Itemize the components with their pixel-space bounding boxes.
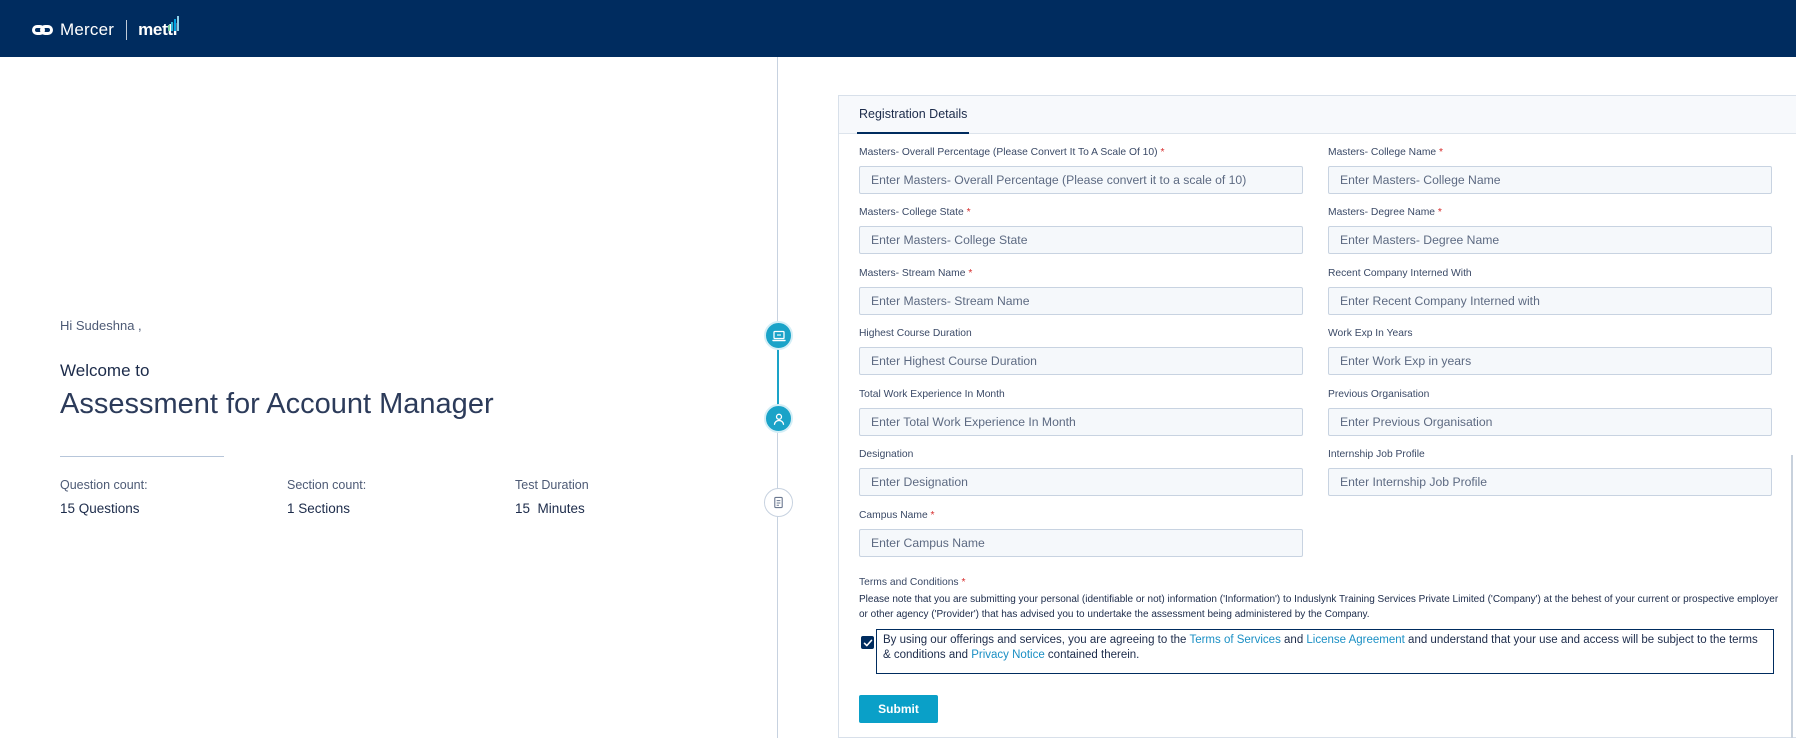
designation-input[interactable] xyxy=(859,468,1303,496)
document-icon xyxy=(774,496,783,509)
agreement-text-4: contained therein. xyxy=(1044,649,1140,661)
brand-logo: Mercer mettl xyxy=(32,16,180,40)
step-instructions xyxy=(764,488,793,517)
section-count: Section count: 1 Sections xyxy=(287,478,366,516)
welcome-pane: Hi Sudeshna , Welcome to Assessment for … xyxy=(0,57,776,738)
question-count: Question count: 15 Questions xyxy=(60,478,148,516)
highest-course-duration-input[interactable] xyxy=(859,347,1303,375)
field-total-work-experience: Total Work Experience In Month xyxy=(859,389,1303,436)
license-agreement-link[interactable]: License Agreement xyxy=(1306,634,1404,646)
tab-bar: Registration Details xyxy=(839,96,1796,134)
field-masters-degree-name: Masters- Degree Name * xyxy=(1328,207,1772,254)
field-designation: Designation xyxy=(859,449,1303,496)
field-label: Campus Name xyxy=(859,510,928,521)
required-marker: * xyxy=(961,577,966,588)
recent-company-interned-input[interactable] xyxy=(1328,287,1772,315)
terms-section: Terms and Conditions * Please note that … xyxy=(859,577,1779,622)
masters-college-name-input[interactable] xyxy=(1328,166,1772,194)
masters-stream-name-input[interactable] xyxy=(859,287,1303,315)
field-recent-company-interned: Recent Company Interned With xyxy=(1328,268,1772,315)
laptop-icon xyxy=(771,330,786,341)
field-work-exp-years: Work Exp In Years xyxy=(1328,328,1772,375)
field-label: Internship Job Profile xyxy=(1328,449,1425,460)
mercer-logo-icon xyxy=(32,23,54,37)
terms-title: Terms and Conditions xyxy=(859,577,959,588)
test-duration: Test Duration 15 Minutes xyxy=(515,478,589,516)
field-label: Masters- Degree Name xyxy=(1328,207,1436,218)
brand-divider xyxy=(126,20,128,40)
field-label: Designation xyxy=(859,449,914,460)
field-masters-percentage: Masters- Overall Percentage (Please Conv… xyxy=(859,147,1303,194)
field-label: Work Exp In Years xyxy=(1328,328,1413,339)
internship-job-profile-input[interactable] xyxy=(1328,468,1772,496)
required-marker: * xyxy=(930,510,935,521)
greeting-text: Hi Sudeshna , xyxy=(60,318,142,333)
terms-text: Please note that you are submitting your… xyxy=(859,594,1779,620)
field-campus-name: Campus Name * xyxy=(859,510,1303,557)
terms-of-services-link[interactable]: Terms of Services xyxy=(1189,634,1280,646)
question-count-label: Question count: xyxy=(60,478,148,492)
masters-degree-name-input[interactable] xyxy=(1328,226,1772,254)
welcome-to-text: Welcome to xyxy=(60,361,150,380)
agreement-text-1: By using our offerings and services, you… xyxy=(883,634,1190,646)
required-marker: * xyxy=(966,207,971,218)
campus-name-input[interactable] xyxy=(859,529,1303,557)
field-label: Masters- College State xyxy=(859,207,964,218)
field-label: Total Work Experience In Month xyxy=(859,389,1005,400)
field-masters-college-name: Masters- College Name * xyxy=(1328,147,1772,194)
required-marker: * xyxy=(1437,207,1442,218)
field-highest-course-duration: Highest Course Duration xyxy=(859,328,1303,375)
privacy-notice-link[interactable]: Privacy Notice xyxy=(971,649,1045,661)
agreement-checkbox[interactable] xyxy=(861,636,874,649)
required-marker: * xyxy=(968,268,973,279)
field-label: Masters- Overall Percentage (Please Conv… xyxy=(859,147,1158,158)
step-registration xyxy=(764,404,793,433)
agreement-text: By using our offerings and services, you… xyxy=(876,629,1774,674)
field-label: Masters- Stream Name xyxy=(859,268,966,279)
title-divider xyxy=(60,456,224,457)
mettl-bars-icon xyxy=(168,16,180,31)
field-masters-stream-name: Masters- Stream Name * xyxy=(859,268,1303,315)
total-work-experience-input[interactable] xyxy=(859,408,1303,436)
user-icon xyxy=(773,413,784,425)
section-count-label: Section count: xyxy=(287,478,367,492)
top-bar: Mercer mettl xyxy=(0,0,1796,57)
scrollbar[interactable] xyxy=(1791,455,1793,738)
product-name: mettl xyxy=(138,16,180,40)
question-count-value: 15 Questions xyxy=(60,501,140,516)
test-duration-value: 15 Minutes xyxy=(515,501,585,516)
field-label: Recent Company Interned With xyxy=(1328,268,1472,279)
masters-percentage-input[interactable] xyxy=(859,166,1303,194)
tab-registration-details[interactable]: Registration Details xyxy=(857,96,970,134)
field-internship-job-profile: Internship Job Profile xyxy=(1328,449,1772,496)
agreement-text-2: and xyxy=(1280,634,1307,646)
step-device-check xyxy=(764,321,793,350)
checkmark-icon xyxy=(863,639,872,646)
field-masters-college-state: Masters- College State * xyxy=(859,207,1303,254)
field-label: Previous Organisation xyxy=(1328,389,1430,400)
field-label: Masters- College Name xyxy=(1328,147,1437,158)
test-duration-label: Test Duration xyxy=(515,478,589,492)
assessment-title: Assessment for Account Manager xyxy=(60,388,494,420)
required-marker: * xyxy=(1439,147,1444,158)
section-count-value: 1 Sections xyxy=(287,501,351,516)
required-marker: * xyxy=(1160,147,1165,158)
field-previous-organisation: Previous Organisation xyxy=(1328,389,1772,436)
previous-organisation-input[interactable] xyxy=(1328,408,1772,436)
masters-college-state-input[interactable] xyxy=(859,226,1303,254)
brand-name: Mercer xyxy=(60,20,115,39)
work-exp-years-input[interactable] xyxy=(1328,347,1772,375)
submit-button[interactable]: Submit xyxy=(859,695,938,723)
field-label: Highest Course Duration xyxy=(859,328,972,339)
